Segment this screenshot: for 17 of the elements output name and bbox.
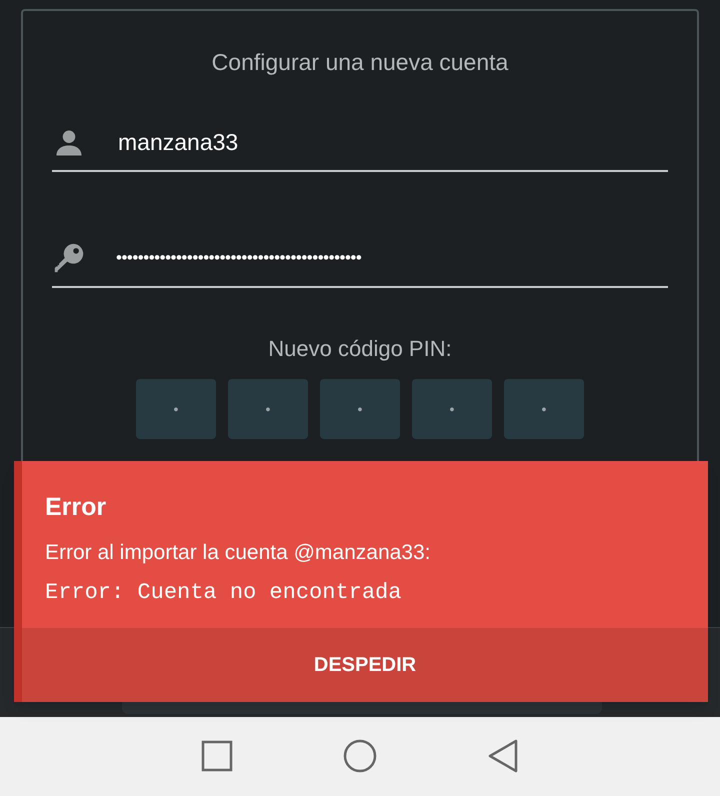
toast-message: Error al importar la cuenta @manzana33: <box>45 540 432 566</box>
pin-field[interactable]: • <box>228 378 308 438</box>
pin-field[interactable]: • <box>136 378 216 438</box>
card-title: Configurar una nueva cuenta <box>212 48 508 77</box>
pin-label: Nuevo código PIN: <box>268 334 452 363</box>
user-icon <box>54 128 84 158</box>
pin-field[interactable]: • <box>320 378 400 438</box>
toast-detail: Error: Cuenta no encontrada <box>45 579 402 607</box>
recents-icon[interactable] <box>201 740 233 772</box>
home-icon[interactable] <box>343 738 377 772</box>
toast-title: Error <box>45 492 108 523</box>
dismiss-button[interactable]: DESPEDIR <box>22 628 708 702</box>
username-field[interactable]: manzana33 <box>52 116 668 172</box>
password-field[interactable]: ••••••••••••••••••••••••••••••••••••••••••••• <box>52 230 668 288</box>
pin-field[interactable]: • <box>412 378 492 438</box>
back-icon[interactable] <box>487 738 519 772</box>
pin-field[interactable]: • <box>504 378 584 438</box>
